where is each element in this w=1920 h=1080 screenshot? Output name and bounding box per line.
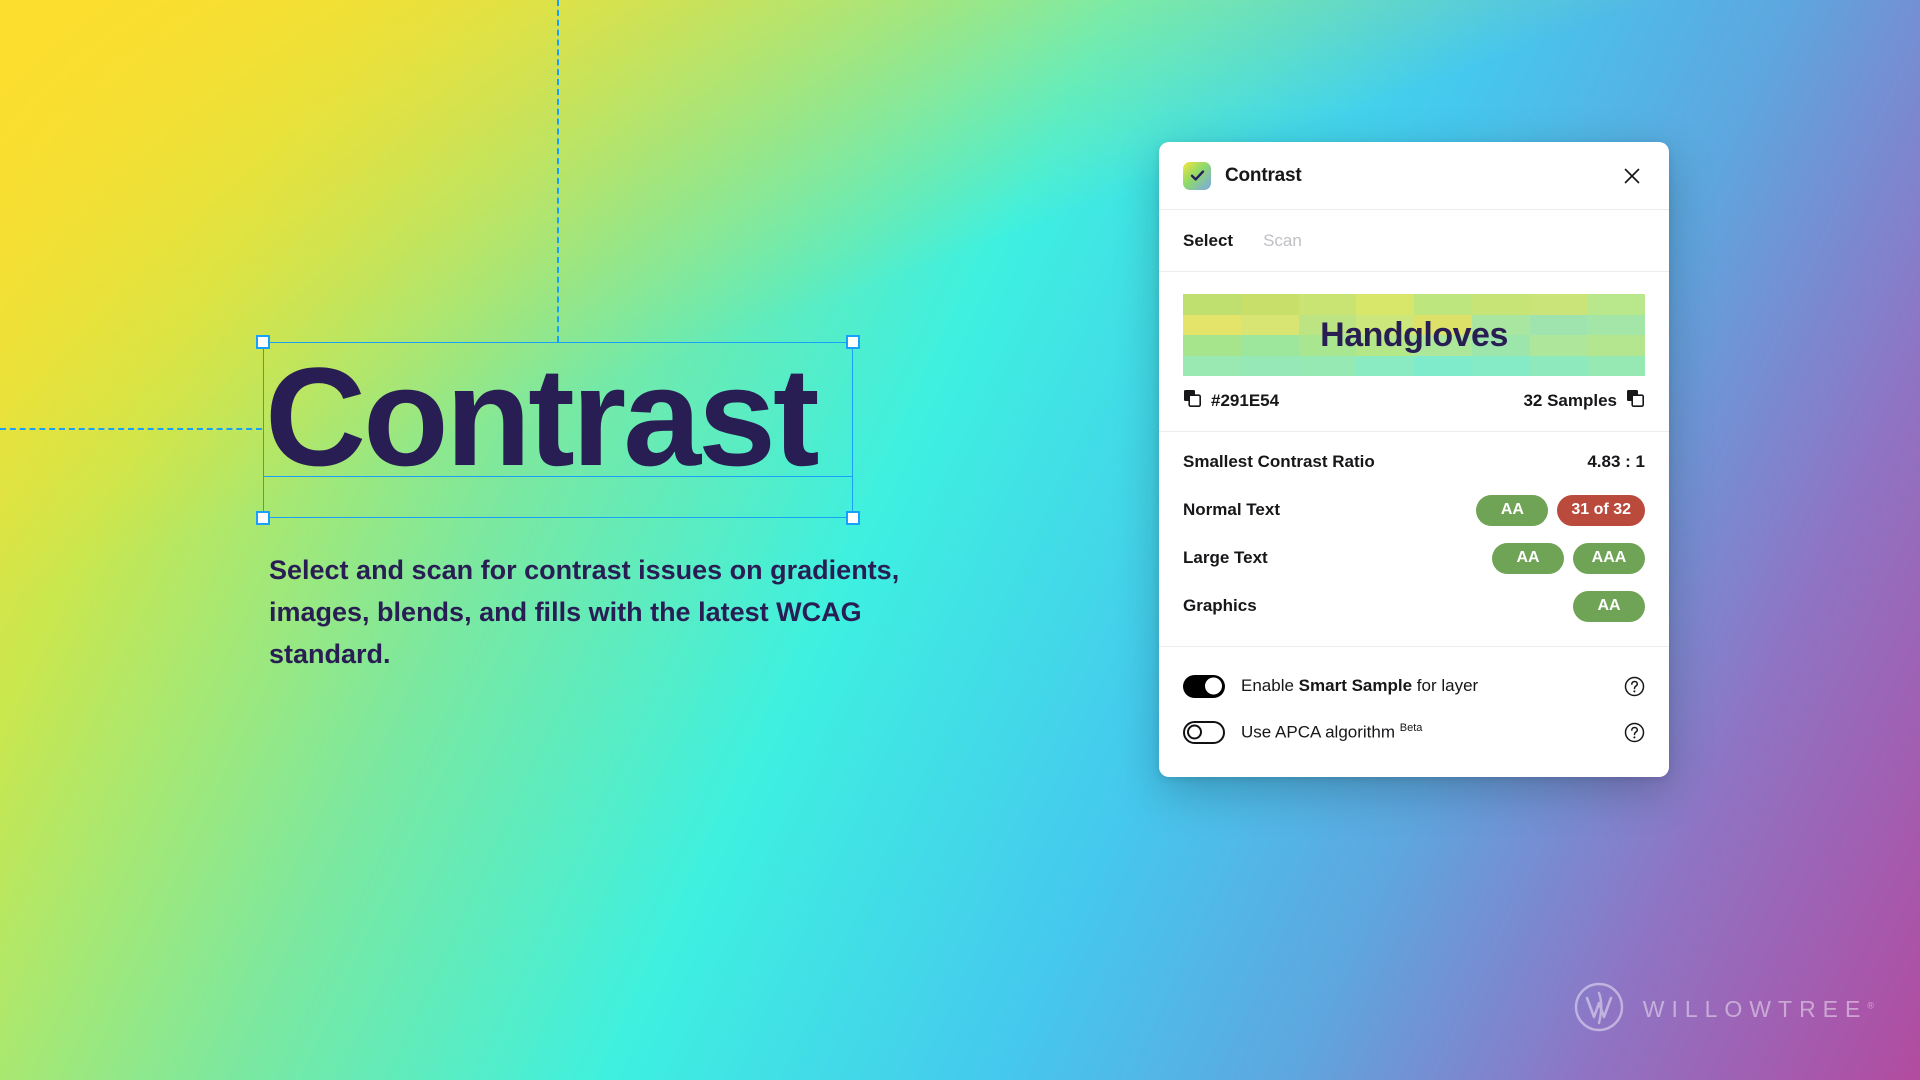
resize-handle-top-right[interactable] xyxy=(846,335,860,349)
selection-frame[interactable] xyxy=(256,335,860,525)
status-badge: AA xyxy=(1492,542,1564,574)
graphics-badges: AA xyxy=(1573,590,1645,622)
sample-count: 32 Samples xyxy=(1523,391,1617,410)
resize-handle-bottom-left[interactable] xyxy=(256,511,270,525)
normal-text-badges: AA 31 of 32 xyxy=(1476,494,1645,526)
beta-badge: Beta xyxy=(1399,721,1423,734)
sample-meta: #291E54 32 Samples xyxy=(1183,389,1645,413)
smart-sample-label: Enable Smart Sample for layer xyxy=(1241,676,1478,696)
copy-samples-icon[interactable] xyxy=(1626,389,1645,413)
setting-apca-algorithm: Use APCA algorithm Beta xyxy=(1183,709,1645,755)
settings-section: Enable Smart Sample for layer Use APCA a… xyxy=(1159,647,1669,777)
row-smallest-contrast-ratio: Smallest Contrast Ratio 4.83 : 1 xyxy=(1183,438,1645,486)
guide-horizontal xyxy=(0,428,262,430)
sample-swatch: Handgloves xyxy=(1183,294,1645,376)
result-label: Graphics xyxy=(1183,596,1257,615)
panel-header: Contrast xyxy=(1159,142,1669,210)
toggle-knob xyxy=(1205,677,1222,695)
contrast-plugin-panel: Contrast Select Scan Handgloves #291E54 … xyxy=(1159,142,1669,777)
help-icon[interactable] xyxy=(1624,722,1645,743)
status-badge: AAA xyxy=(1573,542,1645,574)
swatch-preview-text: Handgloves xyxy=(1320,315,1508,354)
large-text-badges: AA AAA xyxy=(1492,542,1645,574)
setting-smart-sample: Enable Smart Sample for layer xyxy=(1183,663,1645,709)
contrast-ratio-value: 4.83 : 1 xyxy=(1587,452,1645,471)
label-prefix: Use APCA algorithm xyxy=(1241,722,1396,742)
hero-description: Select and scan for contrast issues on g… xyxy=(269,555,900,669)
smart-sample-toggle[interactable] xyxy=(1183,674,1225,698)
close-icon[interactable] xyxy=(1617,161,1647,191)
panel-title: Contrast xyxy=(1225,164,1302,186)
row-normal-text: Normal Text AA 31 of 32 xyxy=(1183,486,1645,534)
label-suffix: for layer xyxy=(1412,676,1479,695)
result-label: Smallest Contrast Ratio xyxy=(1183,452,1375,471)
results-section: Smallest Contrast Ratio 4.83 : 1 Normal … xyxy=(1159,432,1669,647)
status-badge: AA xyxy=(1476,494,1549,526)
sample-section: Handgloves #291E54 32 Samples xyxy=(1159,272,1669,432)
guide-vertical xyxy=(557,0,559,342)
result-label: Normal Text xyxy=(1183,500,1280,519)
selection-outline xyxy=(263,342,853,518)
result-label: Large Text xyxy=(1183,548,1268,567)
label-strong: Smart Sample xyxy=(1298,676,1413,695)
help-icon[interactable] xyxy=(1624,676,1645,697)
apca-algorithm-label: Use APCA algorithm Beta xyxy=(1241,722,1422,743)
resize-handle-top-left[interactable] xyxy=(256,335,270,349)
toggle-knob xyxy=(1187,724,1202,740)
selection-baseline xyxy=(263,476,853,477)
willowtree-mark-icon xyxy=(1573,981,1625,1038)
label-prefix: Enable xyxy=(1241,676,1299,695)
checkmark-icon xyxy=(1183,161,1211,190)
status-badge: AA xyxy=(1573,590,1645,622)
willowtree-wordmark: WILLOWTREE® xyxy=(1643,996,1874,1023)
apca-algorithm-toggle[interactable] xyxy=(1183,720,1225,744)
layers-icon xyxy=(1183,389,1202,413)
resize-handle-bottom-right[interactable] xyxy=(846,511,860,525)
tab-scan[interactable]: Scan xyxy=(1263,231,1302,251)
willowtree-logo: WILLOWTREE® xyxy=(1573,981,1874,1038)
brand-name: WILLOWTREE xyxy=(1642,996,1868,1022)
status-badge: 31 of 32 xyxy=(1557,494,1645,526)
row-large-text: Large Text AA AAA xyxy=(1183,534,1645,582)
panel-tabs: Select Scan xyxy=(1159,210,1669,272)
sample-hex-value[interactable]: #291E54 xyxy=(1211,391,1279,411)
tab-select[interactable]: Select xyxy=(1183,231,1233,251)
row-graphics: Graphics AA xyxy=(1183,582,1645,630)
trademark-symbol: ® xyxy=(1867,1000,1874,1011)
